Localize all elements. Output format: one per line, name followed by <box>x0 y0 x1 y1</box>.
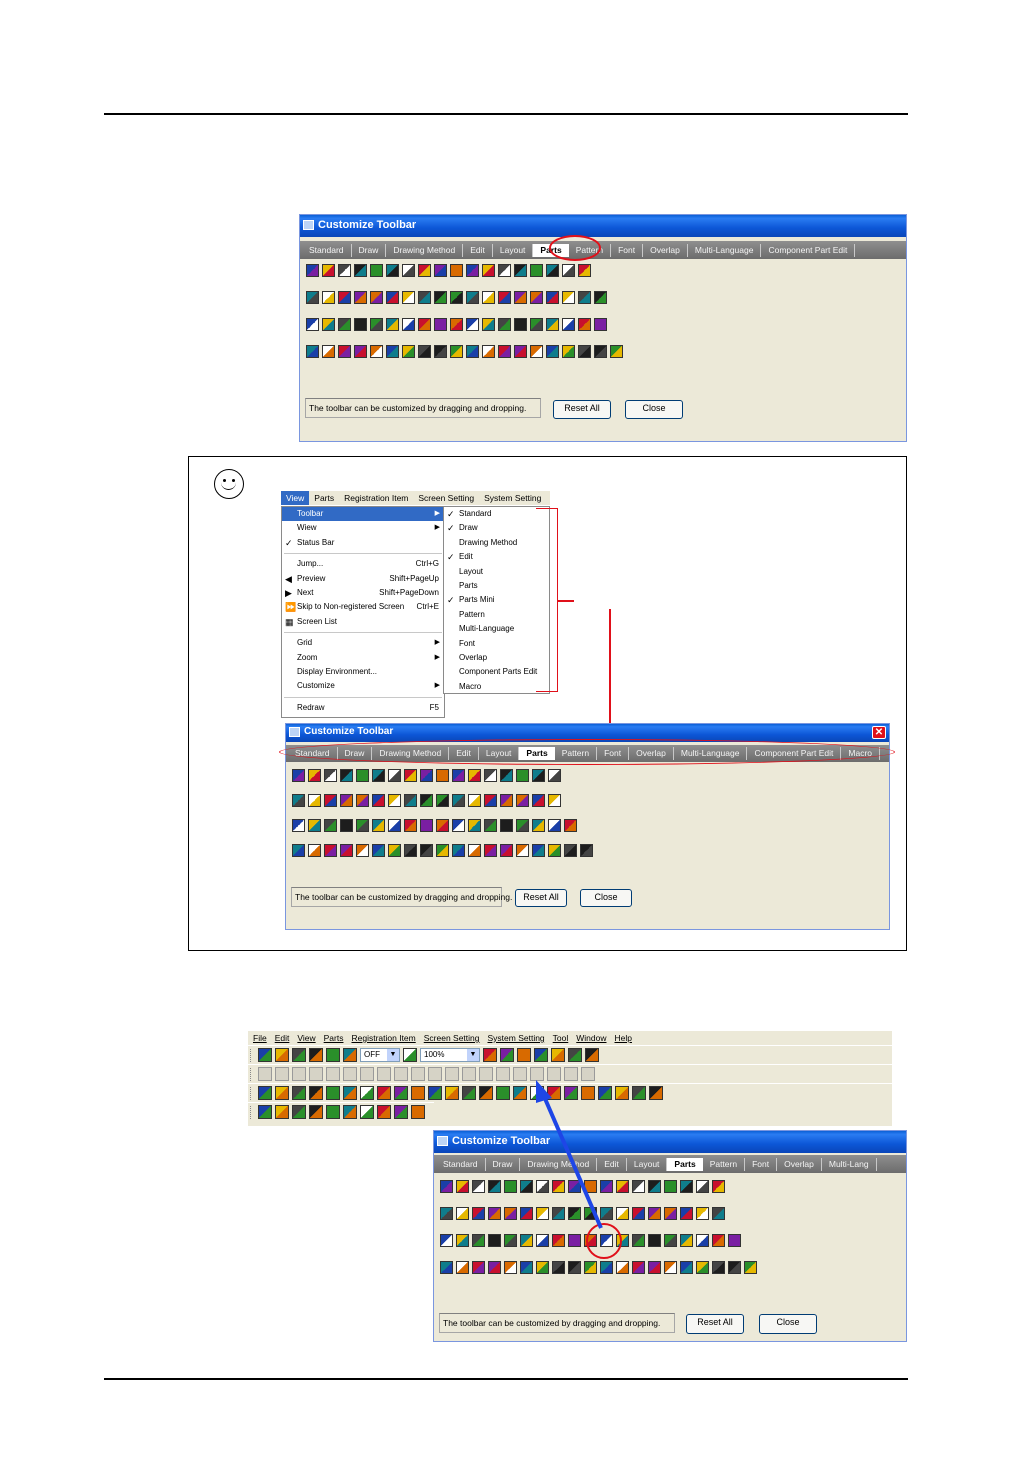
footer-rule <box>104 1378 908 1380</box>
drag-arrow <box>536 1080 603 1229</box>
